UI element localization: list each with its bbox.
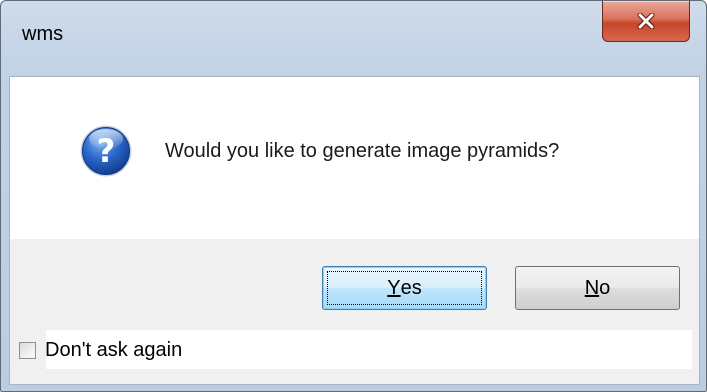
question-icon: ?	[80, 125, 132, 177]
no-mnemonic: N	[584, 276, 600, 299]
title-bar[interactable]: wms	[1, 1, 706, 77]
button-area: Yes No	[10, 239, 699, 323]
dont-ask-again-label[interactable]: Don't ask again	[45, 339, 182, 362]
dont-ask-again-checkbox[interactable]	[19, 341, 36, 359]
dialog-content: ? Would you like to generate image pyram…	[9, 76, 700, 385]
message-text: Would you like to generate image pyramid…	[165, 140, 560, 162]
close-button[interactable]	[602, 1, 690, 42]
focus-ring	[327, 271, 482, 305]
message-area: ? Would you like to generate image pyram…	[10, 77, 699, 239]
close-icon	[637, 13, 655, 29]
dont-ask-again-checkbox-row[interactable]: Don't ask again	[19, 331, 182, 369]
no-button[interactable]: No	[515, 266, 680, 310]
svg-text:?: ?	[97, 132, 116, 170]
dialog-window: wms ? Would you like to generate image p…	[0, 0, 707, 392]
footer-area: Don't ask again	[10, 323, 699, 384]
no-label-rest: o	[599, 276, 611, 299]
yes-button[interactable]: Yes	[322, 266, 487, 310]
window-title: wms	[22, 23, 64, 45]
